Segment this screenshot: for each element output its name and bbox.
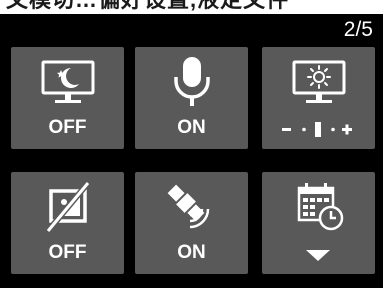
- microphone-tile[interactable]: ON: [135, 47, 248, 149]
- calendar-clock-icon: [262, 178, 375, 236]
- display-disabled-icon: [11, 178, 124, 236]
- expand-arrow-icon[interactable]: [262, 248, 375, 264]
- display-disabled-tile[interactable]: OFF: [11, 172, 124, 274]
- display-status: OFF: [48, 242, 87, 263]
- night-mode-status: OFF: [48, 117, 87, 138]
- night-mode-monitor-icon: [11, 53, 124, 111]
- night-mode-tile[interactable]: OFF: [11, 47, 124, 149]
- slider-handle: [315, 122, 321, 137]
- page-indicator: 2/5: [343, 18, 373, 41]
- microphone-icon: [135, 53, 248, 111]
- minus-icon: [282, 128, 291, 131]
- brightness-monitor-icon: [262, 53, 375, 111]
- calendar-clock-tile[interactable]: [262, 172, 375, 274]
- gps-status: ON: [177, 242, 206, 263]
- brightness-slider[interactable]: [262, 119, 375, 139]
- satellite-gps-icon: [135, 178, 248, 236]
- gps-tile[interactable]: ON: [135, 172, 248, 274]
- brightness-tile[interactable]: [262, 47, 375, 149]
- device-screen: 2/5 OFF ON OFF ON: [0, 14, 383, 288]
- microphone-status: ON: [177, 117, 206, 138]
